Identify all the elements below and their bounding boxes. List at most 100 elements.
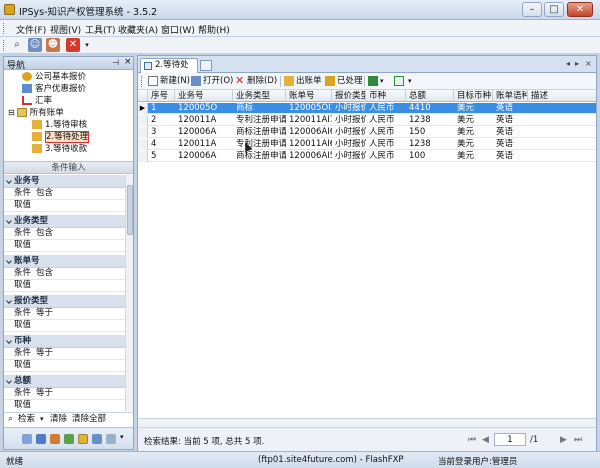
- table-cell[interactable]: 小时报价: [332, 127, 366, 138]
- table-cell[interactable]: 2: [148, 115, 175, 126]
- last-page-icon[interactable]: ⏭: [574, 435, 582, 445]
- table-cell[interactable]: [528, 151, 596, 162]
- table-cell[interactable]: 5: [148, 151, 175, 162]
- table-cell[interactable]: 3: [148, 127, 175, 138]
- table-row[interactable]: 2 120011A 专利注册申请 120011AI7 小时报价 人民币 1238 美元 英语: [138, 115, 596, 126]
- table-cell[interactable]: 小时报价: [332, 115, 366, 126]
- users-icon[interactable]: ☺: [28, 38, 42, 52]
- column-header[interactable]: 账单号: [286, 90, 332, 102]
- open-button[interactable]: 打开(O): [191, 75, 233, 87]
- toolbar-more-icon[interactable]: ▾: [80, 38, 94, 52]
- table-cell[interactable]: 美元: [454, 127, 493, 138]
- row-indicator[interactable]: ▶: [138, 103, 148, 114]
- refresh-button[interactable]: [394, 75, 406, 87]
- table-cell[interactable]: 小时报价: [332, 103, 366, 114]
- table-row[interactable]: ▶ 1 120005O 商标 120005OI3 小时报价 人民币 4410 美元 英语: [138, 103, 596, 114]
- table-cell[interactable]: 120006A: [175, 127, 233, 138]
- module-icon[interactable]: [64, 434, 74, 444]
- table-cell[interactable]: 120006AI5: [286, 151, 332, 162]
- new-button[interactable]: 新建(N): [148, 75, 190, 87]
- cond-group-business-type[interactable]: 业务类型: [4, 215, 125, 228]
- row-indicator[interactable]: [138, 151, 148, 162]
- value-row[interactable]: 取值: [4, 200, 125, 212]
- table-cell[interactable]: 英语: [493, 103, 528, 114]
- search-dropdown-icon[interactable]: ▾: [40, 413, 44, 425]
- table-cell[interactable]: 100: [406, 151, 454, 162]
- value-row[interactable]: 取值: [4, 360, 125, 372]
- row-indicator[interactable]: [138, 139, 148, 150]
- table-cell[interactable]: 120011AI7: [286, 115, 332, 126]
- nav-item-pending-review[interactable]: 1.等待审核: [32, 119, 87, 131]
- table-cell[interactable]: 英语: [493, 115, 528, 126]
- table-cell[interactable]: 人民币: [366, 139, 406, 150]
- table-cell[interactable]: 1238: [406, 139, 454, 150]
- cond-row[interactable]: 条件 包含: [4, 188, 125, 200]
- close-panel-icon[interactable]: ×: [124, 57, 132, 67]
- table-cell[interactable]: 120005O: [175, 103, 233, 114]
- clear-button[interactable]: 清除: [50, 413, 67, 425]
- value-row[interactable]: 取值: [4, 240, 125, 252]
- column-header[interactable]: 业务号: [175, 90, 233, 102]
- nav-item-customer-quote[interactable]: 客户优惠报价: [22, 83, 86, 95]
- delete-button[interactable]: ✕ 删除(D): [235, 75, 277, 87]
- table-cell[interactable]: 美元: [454, 115, 493, 126]
- cond-row[interactable]: 条件 包含: [4, 268, 125, 280]
- shortcuts-more-icon[interactable]: ▾: [120, 433, 124, 441]
- table-cell[interactable]: 人民币: [366, 151, 406, 162]
- cond-row[interactable]: 条件 等于: [4, 308, 125, 320]
- cond-group-bill-no[interactable]: 账单号: [4, 255, 125, 268]
- processed-button[interactable]: 已处理: [325, 75, 363, 87]
- table-cell[interactable]: 英语: [493, 151, 528, 162]
- table-cell[interactable]: 人民币: [366, 127, 406, 138]
- user-manage-icon[interactable]: ☻: [46, 38, 60, 52]
- table-cell[interactable]: [528, 103, 596, 114]
- table-cell[interactable]: 商标: [233, 103, 286, 114]
- module-icon[interactable]: [50, 434, 60, 444]
- toolbar-more-icon[interactable]: ▾: [408, 75, 412, 87]
- menu-favorites[interactable]: 收藏夹(A): [118, 23, 158, 36]
- search-icon[interactable]: ⌕: [10, 38, 24, 52]
- cond-row[interactable]: 条件 等于: [4, 388, 125, 400]
- next-page-icon[interactable]: ▶: [560, 435, 567, 445]
- new-tab-icon[interactable]: [200, 60, 212, 71]
- value-row[interactable]: 取值: [4, 400, 125, 411]
- table-cell[interactable]: 150: [406, 127, 454, 138]
- column-header[interactable]: 业务类型: [233, 90, 286, 102]
- nav-item-all-bills[interactable]: ⊟ 所有账单: [8, 107, 64, 119]
- table-cell[interactable]: 4: [148, 139, 175, 150]
- menu-file[interactable]: 文件(F): [16, 23, 46, 36]
- prev-page-icon[interactable]: ◀: [482, 435, 489, 445]
- column-header[interactable]: 报价类型: [332, 90, 366, 102]
- cond-group-business-no[interactable]: 业务号: [4, 175, 125, 188]
- table-cell[interactable]: 1238: [406, 115, 454, 126]
- maximize-button[interactable]: □: [544, 2, 564, 17]
- exit-icon[interactable]: ✕: [66, 38, 80, 52]
- table-cell[interactable]: 4410: [406, 103, 454, 114]
- column-header[interactable]: 总额: [406, 90, 454, 102]
- table-cell[interactable]: 小时报价: [332, 151, 366, 162]
- horizontal-scrollbar[interactable]: [138, 418, 596, 427]
- table-cell[interactable]: [528, 115, 596, 126]
- table-cell[interactable]: [528, 127, 596, 138]
- table-cell[interactable]: 英语: [493, 127, 528, 138]
- module-icon[interactable]: [106, 434, 116, 444]
- table-row[interactable]: 5 120006A 商标注册申请 120006AI5 小时报价 人民币 100 美元 英语: [138, 151, 596, 162]
- page-input[interactable]: 1: [494, 433, 526, 446]
- menu-tools[interactable]: 工具(T): [85, 23, 116, 36]
- table-cell[interactable]: 120011A: [175, 115, 233, 126]
- search-button[interactable]: 检索: [18, 413, 35, 425]
- module-icon[interactable]: [36, 434, 46, 444]
- tab-scroll-right-icon[interactable]: ▸: [575, 59, 579, 68]
- cond-group-currency[interactable]: 币种: [4, 335, 125, 348]
- table-cell[interactable]: 英语: [493, 139, 528, 150]
- table-cell[interactable]: 专利注册申请: [233, 115, 286, 126]
- module-icon[interactable]: [92, 434, 102, 444]
- table-cell[interactable]: 120011AI6: [286, 139, 332, 150]
- column-header[interactable]: 序号: [148, 90, 175, 102]
- tab-close-icon[interactable]: ×: [585, 59, 592, 68]
- row-indicator[interactable]: [138, 115, 148, 126]
- table-cell[interactable]: 120006A: [175, 151, 233, 162]
- scroll-thumb[interactable]: [127, 185, 133, 235]
- table-row[interactable]: 4 120011A 专利注册申请 120011AI6 小时报价 人民币 1238 美元 英语: [138, 139, 596, 150]
- cond-row[interactable]: 条件 包含: [4, 228, 125, 240]
